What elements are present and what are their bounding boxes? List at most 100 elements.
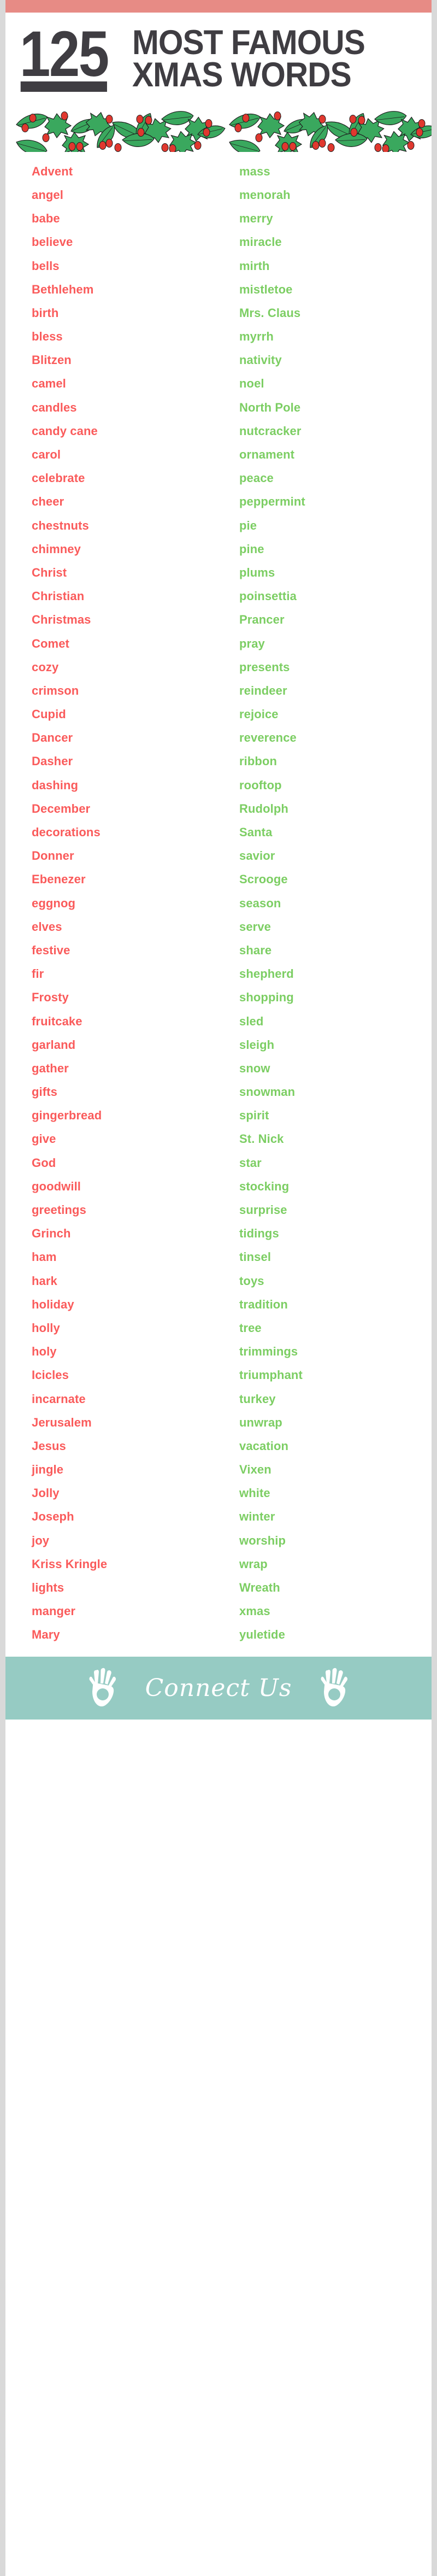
word-item: Jolly bbox=[32, 1486, 60, 1500]
word-item: crimson bbox=[32, 683, 79, 697]
word-item: Christian bbox=[32, 589, 85, 603]
word-item: angel bbox=[32, 187, 63, 202]
word-item: toys bbox=[239, 1274, 264, 1288]
word-item: peace bbox=[239, 471, 274, 485]
word-item: worship bbox=[239, 1533, 286, 1547]
word-item: noel bbox=[239, 377, 264, 391]
word-item: Jerusalem bbox=[32, 1415, 92, 1429]
word-item: Advent bbox=[32, 164, 73, 178]
open-hand-icon bbox=[321, 1668, 348, 1707]
headline-count-value: 125 bbox=[20, 18, 109, 90]
open-hand-icon bbox=[89, 1668, 116, 1707]
word-item: bless bbox=[32, 330, 63, 344]
holly-leaves-icon bbox=[5, 102, 432, 152]
word-item: garland bbox=[32, 1037, 76, 1052]
word-item: Christ bbox=[32, 565, 67, 579]
word-item: trimmings bbox=[239, 1345, 298, 1359]
word-item: manger bbox=[32, 1604, 76, 1618]
word-item: surprise bbox=[239, 1203, 287, 1217]
word-item: nativity bbox=[239, 353, 282, 367]
word-item: stocking bbox=[239, 1179, 290, 1193]
word-item: Prancer bbox=[239, 613, 285, 627]
page-header: 125 MOST FAMOUS XMAS WORDS bbox=[5, 13, 432, 95]
word-item: hark bbox=[32, 1274, 57, 1288]
word-item: joy bbox=[32, 1533, 50, 1547]
word-item: candy cane bbox=[32, 424, 98, 438]
word-item: snow bbox=[239, 1061, 270, 1075]
word-item: plums bbox=[239, 565, 275, 579]
word-item: decorations bbox=[32, 825, 101, 839]
word-item: pine bbox=[239, 542, 264, 556]
word-item: holly bbox=[32, 1321, 60, 1335]
word-item: festive bbox=[32, 943, 70, 957]
word-item: vacation bbox=[239, 1439, 289, 1453]
word-item: believe bbox=[32, 235, 73, 249]
word-item: presents bbox=[239, 660, 290, 674]
word-item: Frosty bbox=[32, 990, 69, 1005]
word-item: sleigh bbox=[239, 1037, 275, 1052]
word-item: celebrate bbox=[32, 471, 85, 485]
footer-bar: Connect Us bbox=[5, 1656, 432, 1720]
word-item: eggnog bbox=[32, 896, 76, 910]
word-item: carol bbox=[32, 448, 61, 461]
word-item: mass bbox=[239, 164, 270, 178]
word-item: shepherd bbox=[239, 967, 294, 981]
word-item: elves bbox=[32, 919, 62, 934]
word-item: give bbox=[32, 1132, 56, 1146]
word-item: fruitcake bbox=[32, 1014, 82, 1028]
word-item: Scrooge bbox=[239, 872, 288, 887]
word-item: St. Nick bbox=[239, 1132, 284, 1146]
word-item: gingerbread bbox=[32, 1108, 102, 1123]
word-item: sled bbox=[239, 1014, 264, 1028]
word-item: incarnate bbox=[32, 1392, 86, 1406]
word-item: pie bbox=[239, 518, 257, 532]
word-item: mirth bbox=[239, 259, 270, 273]
holly-divider bbox=[5, 102, 432, 152]
word-item: Blitzen bbox=[32, 353, 72, 367]
word-item: winter bbox=[239, 1510, 275, 1524]
word-item: ornament bbox=[239, 448, 295, 461]
headline-count: 125 bbox=[20, 22, 109, 92]
word-item: holy bbox=[32, 1345, 57, 1359]
word-item: Cupid bbox=[32, 707, 66, 721]
top-accent-bar bbox=[5, 0, 432, 13]
word-item: turkey bbox=[239, 1392, 276, 1406]
word-item: dashing bbox=[32, 778, 79, 792]
word-item: ribbon bbox=[239, 754, 277, 768]
word-item: holiday bbox=[32, 1297, 74, 1311]
word-item: snowman bbox=[239, 1085, 296, 1099]
headline-underline bbox=[20, 81, 107, 92]
word-item: shopping bbox=[239, 990, 294, 1005]
word-item: Joseph bbox=[32, 1510, 74, 1524]
word-item: merry bbox=[239, 212, 273, 226]
word-item: menorah bbox=[239, 187, 291, 202]
word-item: unwrap bbox=[239, 1415, 282, 1429]
word-item: Ebenezer bbox=[32, 872, 86, 887]
word-item: Vixen bbox=[239, 1463, 271, 1477]
word-item: Bethlehem bbox=[32, 282, 94, 296]
word-item: goodwill bbox=[32, 1179, 81, 1193]
word-item: candles bbox=[32, 400, 77, 414]
word-item: December bbox=[32, 801, 91, 815]
page-title: MOST FAMOUS XMAS WORDS bbox=[132, 25, 365, 92]
word-item: bells bbox=[32, 259, 60, 273]
word-item: jingle bbox=[32, 1463, 64, 1477]
word-item: Santa bbox=[239, 825, 273, 839]
word-item: North Pole bbox=[239, 400, 301, 414]
word-column-left: Advent angel babe believe bells Bethlehem birt… bbox=[5, 160, 218, 1647]
word-item: savior bbox=[239, 849, 275, 863]
word-column-right: mass menorah merry miracle mirth mistletoe Mrs… bbox=[218, 160, 432, 1647]
word-item: rooftop bbox=[239, 778, 282, 792]
word-item: season bbox=[239, 896, 281, 910]
word-item: rejoice bbox=[239, 707, 279, 721]
word-item: Rudolph bbox=[239, 801, 288, 815]
word-item: spirit bbox=[239, 1108, 269, 1123]
word-item: Mrs. Claus bbox=[239, 306, 301, 320]
word-item: reindeer bbox=[239, 683, 287, 697]
word-item: Grinch bbox=[32, 1227, 71, 1241]
word-item: myrrh bbox=[239, 330, 274, 344]
word-item: chimney bbox=[32, 542, 81, 556]
word-item: chestnuts bbox=[32, 518, 89, 532]
word-item: Christmas bbox=[32, 613, 91, 627]
infographic-page: 125 MOST FAMOUS XMAS WORDS Advent angel … bbox=[0, 0, 437, 2576]
